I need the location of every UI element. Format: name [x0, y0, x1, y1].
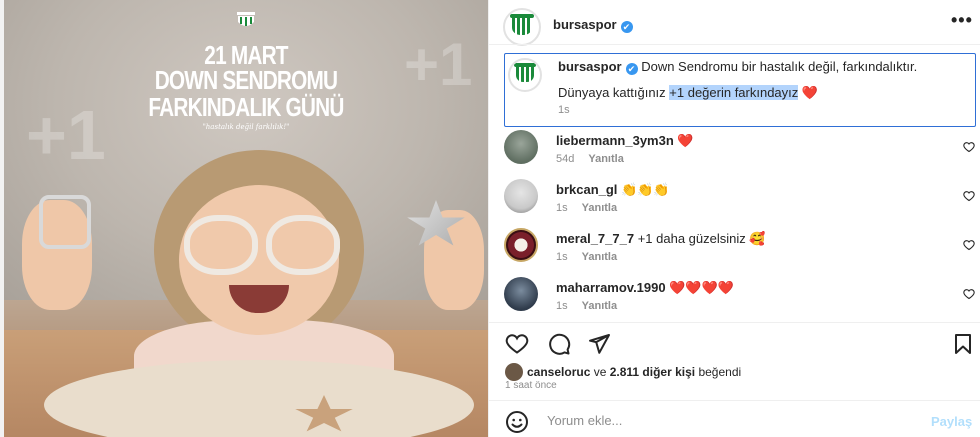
- post-caption: bursaspor ✔ Down Sendromu bir hastalık de…: [504, 53, 976, 127]
- caption-text: Dünyaya kattığınız: [558, 85, 670, 100]
- liker-username[interactable]: canseloruc: [527, 365, 590, 379]
- comment-text-line: liebermann_3ym3n ❤️: [556, 133, 694, 149]
- comment-input[interactable]: [545, 412, 909, 429]
- heart-emoji: ❤️: [801, 85, 819, 100]
- comment-item: meral_7_7_7 +1 daha güzelsiniz 🥰 1s Yanıt…: [489, 226, 980, 274]
- caption-timestamp[interactable]: 1s: [558, 104, 570, 116]
- add-comment-bar: Paylaş: [489, 407, 980, 437]
- post-comment-button[interactable]: Paylaş: [931, 414, 972, 429]
- post-author-username[interactable]: bursaspor: [553, 17, 617, 32]
- comment-text-line: meral_7_7_7 +1 daha güzelsiniz 🥰: [556, 231, 766, 247]
- reply-button[interactable]: Yanıtla: [588, 153, 623, 165]
- verified-badge-icon: ✔: [625, 63, 638, 75]
- like-comment-heart-icon[interactable]: [963, 190, 975, 202]
- post-image[interactable]: +1 +1 21 MART DOWN SENDROMU FARKINDALIK …: [4, 0, 488, 437]
- comment-meta: 54d Yanıtla: [556, 153, 624, 165]
- share-paper-plane-icon[interactable]: [587, 332, 611, 356]
- like-comment-heart-icon[interactable]: [963, 141, 975, 153]
- comment-item: liebermann_3ym3n ❤️ 54d Yanıtla: [489, 128, 980, 176]
- more-options-icon[interactable]: •••: [951, 10, 973, 31]
- comment-meta: 1s Yanıtla: [556, 202, 617, 214]
- comment-input-divider: [489, 400, 980, 401]
- comment-timestamp[interactable]: 54d: [556, 153, 574, 165]
- comment-bubble-icon[interactable]: [547, 332, 571, 356]
- post-actions-bar: [505, 332, 975, 356]
- comment-meta: 1s Yanıtla: [556, 251, 617, 263]
- comment-text: 👏👏👏: [621, 182, 670, 197]
- photo-glasses: [184, 215, 258, 275]
- bursaspor-logo: [237, 12, 255, 26]
- comment-timestamp[interactable]: 1s: [556, 251, 568, 263]
- caption-text: Down Sendromu bir hastalık değil, farkın…: [641, 59, 918, 74]
- caption-line-2: Dünyaya kattığınız +1 değerin farkındayı…: [558, 85, 818, 101]
- likes-count[interactable]: 2.811 diğer kişi: [610, 365, 695, 379]
- photo-glasses: [266, 215, 340, 275]
- post-side-panel: bursaspor ✔ ••• bursaspor ✔ Down Sendromu …: [488, 0, 980, 437]
- commenter-avatar[interactable]: [504, 130, 538, 164]
- like-comment-heart-icon[interactable]: [963, 239, 975, 251]
- cookie-cutter: [39, 195, 91, 249]
- caption-selected-text: +1 değerin farkındayız: [669, 85, 799, 100]
- comment-text-line: maharramov.1990 ❤️❤️❤️❤️: [556, 280, 734, 296]
- comment-username[interactable]: maharramov.1990: [556, 280, 666, 295]
- caption-username[interactable]: bursaspor: [558, 59, 622, 74]
- reply-button[interactable]: Yanıtla: [582, 251, 617, 263]
- comment-username[interactable]: brkcan_gl: [556, 182, 617, 197]
- commenter-avatar[interactable]: [504, 277, 538, 311]
- comment-item: brkcan_gl 👏👏👏 1s Yanıtla: [489, 177, 980, 225]
- likes-joiner: ve: [590, 365, 610, 379]
- actions-divider: [489, 322, 980, 323]
- likes-suffix: beğendi: [695, 365, 742, 379]
- caption-author-avatar[interactable]: [508, 58, 542, 92]
- comment-meta: 1s Yanıtla: [556, 300, 617, 312]
- reply-button[interactable]: Yanıtla: [582, 300, 617, 312]
- comment-item: maharramov.1990 ❤️❤️❤️❤️ 1s Yanıtla: [489, 275, 980, 323]
- commenter-avatar[interactable]: [504, 179, 538, 213]
- like-heart-icon[interactable]: [505, 332, 529, 356]
- post-timestamp[interactable]: 1 saat önce: [505, 380, 557, 391]
- likes-summary: canseloruc ve 2.811 diğer kişi beğendi: [505, 363, 741, 381]
- poster-tagline: "hastalık değil farklılık!": [202, 123, 290, 131]
- caption-line-1: bursaspor ✔ Down Sendromu bir hastalık de…: [558, 59, 917, 75]
- header-divider: [489, 44, 980, 45]
- emoji-smiley-icon[interactable]: [505, 410, 529, 434]
- post-author-avatar[interactable]: [503, 8, 541, 46]
- comment-text: ❤️: [677, 133, 694, 148]
- comment-timestamp[interactable]: 1s: [556, 300, 568, 312]
- comment-text: ❤️❤️❤️❤️: [669, 280, 734, 295]
- comment-text-line: brkcan_gl 👏👏👏: [556, 182, 670, 198]
- reply-button[interactable]: Yanıtla: [582, 202, 617, 214]
- comment-username[interactable]: liebermann_3ym3n: [556, 133, 674, 148]
- commenter-avatar[interactable]: [504, 228, 538, 262]
- post-author[interactable]: bursaspor ✔: [553, 16, 633, 34]
- comment-timestamp[interactable]: 1s: [556, 202, 568, 214]
- liker-avatar[interactable]: [505, 363, 523, 381]
- like-comment-heart-icon[interactable]: [963, 288, 975, 300]
- comment-text: +1 daha güzelsiniz 🥰: [637, 231, 766, 246]
- comment-username[interactable]: meral_7_7_7: [556, 231, 634, 246]
- verified-badge-icon: ✔: [620, 21, 633, 33]
- poster-title-line3: FARKINDALIK GÜNÜ: [148, 92, 344, 122]
- save-bookmark-icon[interactable]: [951, 332, 975, 356]
